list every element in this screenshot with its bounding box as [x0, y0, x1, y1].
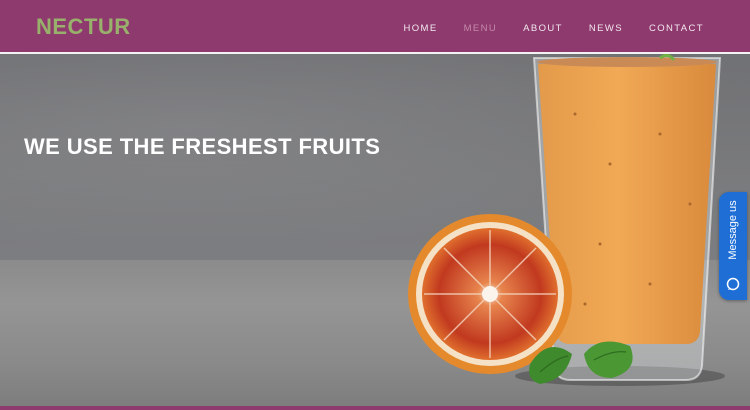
chat-bubble-icon [726, 277, 740, 291]
message-us-label: Message us [727, 200, 739, 260]
nav-menu[interactable]: MENU [464, 23, 498, 34]
nav-contact[interactable]: CONTACT [649, 23, 704, 34]
site-header: NECTUR HOME MENU ABOUT NEWS CONTACT [0, 0, 750, 54]
footer-accent-bar [0, 406, 750, 410]
page: NECTUR HOME MENU ABOUT NEWS CONTACT WE U… [0, 0, 750, 410]
nav-news[interactable]: NEWS [589, 23, 623, 34]
site-logo[interactable]: NECTUR [36, 14, 131, 40]
main-nav: HOME MENU ABOUT NEWS CONTACT [403, 23, 704, 34]
nav-home[interactable]: HOME [403, 23, 437, 34]
message-us-button[interactable]: Message us [719, 192, 747, 300]
hero-section: WE USE THE FRESHEST FRUITS [0, 54, 750, 406]
hero-title: WE USE THE FRESHEST FRUITS [24, 134, 381, 159]
hero-image [408, 54, 725, 386]
nav-about[interactable]: ABOUT [523, 23, 563, 34]
